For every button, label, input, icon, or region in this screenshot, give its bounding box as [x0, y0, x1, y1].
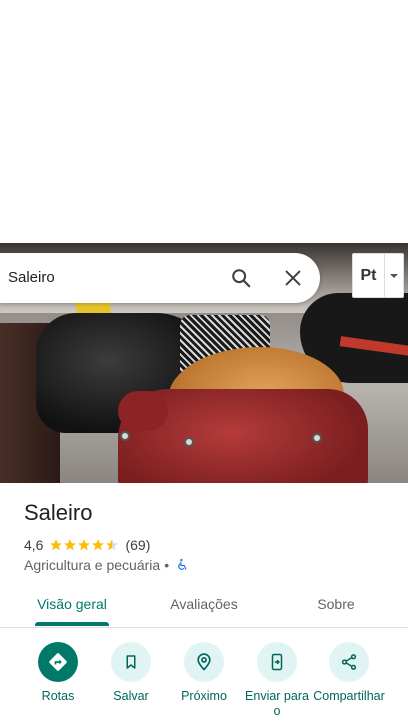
- directions-button[interactable]: Rotas: [22, 642, 94, 704]
- send-to-phone-icon: [257, 642, 297, 682]
- action-label: Enviar para o: [245, 689, 309, 718]
- action-label: Compartilhar: [313, 689, 385, 703]
- reviews-count: (69): [125, 537, 151, 553]
- blank-header-area: [0, 0, 408, 243]
- save-button[interactable]: Salvar: [95, 642, 167, 704]
- tab-reviews[interactable]: Avaliações: [158, 584, 250, 628]
- bookmark-icon: [111, 642, 151, 682]
- place-title: Saleiro: [24, 500, 93, 525]
- active-tab-indicator: [35, 622, 109, 626]
- chevron-down-icon[interactable]: [385, 271, 403, 281]
- star-icon: [78, 539, 91, 551]
- search-icon[interactable]: [230, 267, 252, 289]
- separator-dot: •: [164, 557, 170, 573]
- language-code: Pt: [353, 254, 385, 297]
- share-icon: [329, 642, 369, 682]
- action-bar: Rotas Salvar Próximo Enviar para o Compa…: [0, 640, 408, 726]
- star-icon: [64, 539, 77, 551]
- category-row: Agricultura e pecuária •: [24, 556, 189, 574]
- action-label: Salvar: [113, 689, 149, 703]
- rating-row[interactable]: 4,6 (69): [24, 536, 150, 554]
- search-input[interactable]: Saleiro: [8, 253, 55, 303]
- search-bar[interactable]: Saleiro: [0, 253, 320, 303]
- directions-icon: [38, 642, 78, 682]
- wheelchair-accessible-icon: [178, 558, 187, 570]
- close-icon[interactable]: [282, 267, 304, 289]
- category-label: Agricultura e pecuária: [24, 557, 161, 573]
- share-button[interactable]: Compartilhar: [313, 642, 385, 704]
- rating-stars: [49, 538, 119, 552]
- star-icon: [50, 539, 63, 551]
- nearby-icon: [184, 642, 224, 682]
- tab-about[interactable]: Sobre: [300, 584, 372, 628]
- send-to-phone-button[interactable]: Enviar para o: [241, 642, 313, 719]
- nearby-button[interactable]: Próximo: [168, 642, 240, 704]
- half-star-icon: [106, 539, 119, 551]
- action-label: Próximo: [181, 689, 227, 703]
- star-icon: [92, 539, 105, 551]
- rating-value: 4,6: [24, 537, 44, 553]
- language-selector[interactable]: Pt: [352, 253, 404, 298]
- action-label: Rotas: [41, 689, 75, 703]
